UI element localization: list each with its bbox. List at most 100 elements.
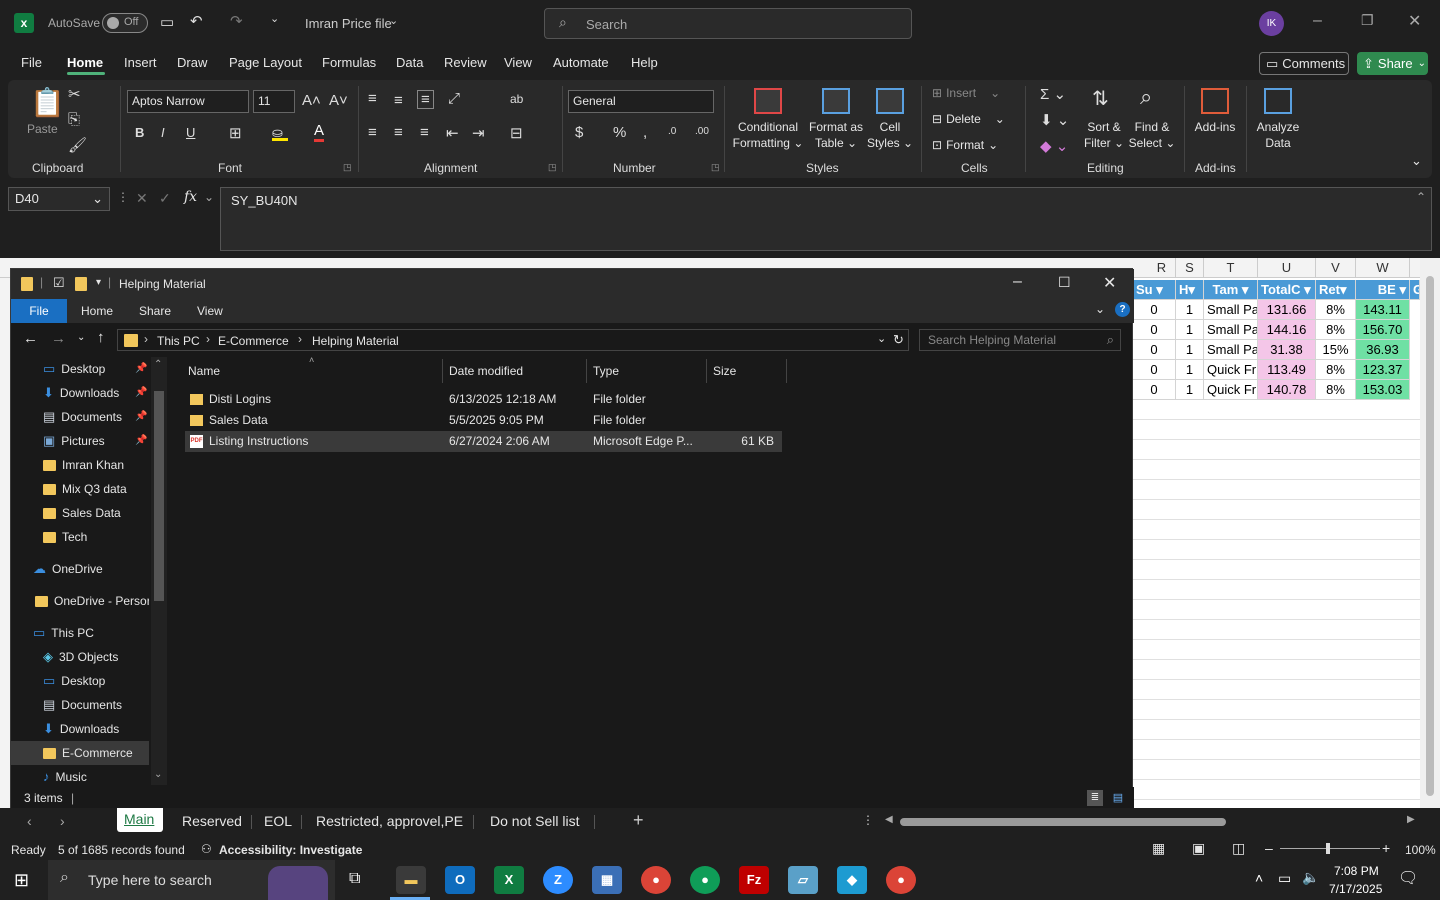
zoom-slider-thumb[interactable] [1326, 843, 1330, 854]
decrease-indent-icon[interactable]: ⇤ [446, 124, 459, 142]
table-cell[interactable]: 0 [1133, 300, 1176, 320]
table-header-cell[interactable]: TotalC ▾ [1258, 280, 1316, 300]
fill-icon[interactable]: ⬇ ⌄ [1040, 111, 1069, 129]
top-align-icon[interactable]: ≡ [368, 90, 377, 107]
maximize-icon[interactable]: ☐ [1058, 274, 1071, 291]
percent-icon[interactable]: % [613, 124, 626, 141]
column-header-u[interactable]: U [1258, 258, 1316, 278]
close-icon[interactable]: ✕ [1103, 273, 1116, 293]
previous-sheet-icon[interactable]: ‹ [27, 813, 32, 829]
scroll-right-icon[interactable]: ▶ [1407, 814, 1415, 825]
decrease-decimal-icon[interactable]: .00 [695, 126, 709, 137]
empty-row[interactable] [1133, 780, 1420, 800]
column-type[interactable]: Type [593, 364, 619, 378]
paste-label[interactable]: Paste [27, 122, 58, 136]
chevron-down-icon[interactable]: ⌄ [204, 190, 214, 204]
sort-filter-button[interactable]: Sort & Filter ⌄ [1080, 119, 1128, 151]
format-painter-icon[interactable]: 🖌 [68, 136, 87, 154]
table-cell[interactable]: 36.93 [1356, 340, 1410, 360]
analyze-data-button[interactable]: Analyze Data [1252, 119, 1304, 151]
nav-item-downloads[interactable]: ⬇ Downloads [11, 717, 149, 741]
nav-item-this-pc[interactable]: ▭ This PC [11, 621, 149, 645]
clock-time[interactable]: 7:08 PM [1334, 864, 1379, 878]
show-hidden-icons-icon[interactable]: ˄ [1255, 870, 1263, 886]
align-center-icon[interactable]: ≡ [394, 124, 403, 141]
file-row[interactable]: PDF Listing Instructions 6/27/2024 2:06 AM… [185, 431, 782, 452]
empty-row[interactable] [1133, 500, 1420, 520]
properties-icon[interactable]: ☑ [53, 275, 65, 291]
menu-insert[interactable]: Insert [124, 55, 157, 70]
table-cell[interactable]: 31.38 [1258, 340, 1316, 360]
menu-view[interactable]: View [504, 55, 532, 70]
notes-app-icon[interactable]: ▱ [788, 866, 818, 894]
delete-cells-button[interactable]: ⊟ Delete ⌄ [932, 112, 1005, 126]
decrease-font-icon[interactable]: A˅ [329, 92, 348, 109]
align-right-icon[interactable]: ≡ [420, 124, 429, 141]
empty-row[interactable] [1133, 700, 1420, 720]
comma-style-icon[interactable]: , [643, 124, 647, 141]
empty-row[interactable] [1133, 580, 1420, 600]
avatar[interactable]: IK [1259, 11, 1284, 36]
empty-row[interactable] [1133, 620, 1420, 640]
nav-item-mix-q3-data[interactable]: Mix Q3 data [11, 477, 149, 501]
page-break-view-icon[interactable]: ◫ [1232, 840, 1245, 857]
large-icons-view-icon[interactable]: ▤ [1110, 790, 1126, 806]
customize-toolbar-icon[interactable]: ⌄ [270, 12, 279, 25]
font-name-select[interactable]: Aptos Narrow [127, 90, 249, 113]
table-cell[interactable]: 1 [1176, 300, 1204, 320]
calculator-icon[interactable]: ▦ [592, 866, 622, 894]
table-cell[interactable]: 1 [1176, 380, 1204, 400]
minimize-icon[interactable]: – [1313, 12, 1322, 30]
tab-main[interactable]: Main [117, 808, 163, 832]
normal-view-icon[interactable]: ▦ [1152, 840, 1165, 857]
empty-row[interactable] [1133, 520, 1420, 540]
align-left-icon[interactable]: ≡ [368, 124, 377, 141]
address-bar[interactable]: › This PC › E-Commerce › Helping Materia… [117, 329, 909, 351]
app-diamond-icon[interactable]: ◆ [837, 866, 867, 894]
table-header-cell[interactable]: H▾ [1176, 280, 1204, 300]
menu-help[interactable]: Help [631, 55, 658, 70]
refresh-icon[interactable]: ↻ [893, 332, 904, 348]
autosave-toggle[interactable]: Off [102, 13, 148, 33]
file-row[interactable]: Sales Data 5/5/2025 9:05 PM File folder [185, 410, 782, 431]
table-cell[interactable]: Small Pa [1204, 340, 1258, 360]
nav-item-downloads[interactable]: ⬇ Downloads 📌 [11, 381, 149, 405]
recent-locations-icon[interactable]: ⌄ [77, 332, 85, 343]
empty-row[interactable] [1133, 640, 1420, 660]
chevron-down-icon[interactable]: ▾ [96, 277, 101, 288]
zoom-level[interactable]: 100% [1405, 843, 1436, 857]
zoom-in-icon[interactable]: + [1382, 840, 1390, 856]
formula-input[interactable]: SY_BU40N [220, 187, 1432, 251]
file-explorer-taskbar-icon[interactable]: ▬ [396, 866, 426, 894]
table-header-cell[interactable]: Ret▾ [1316, 280, 1356, 300]
filezilla-icon[interactable]: Fz [739, 866, 769, 894]
cell-styles-icon[interactable] [876, 88, 904, 114]
add-ins-icon[interactable] [1201, 88, 1229, 114]
table-header-cell[interactable]: BE ▾ [1356, 280, 1410, 300]
table-cell[interactable]: 0 [1133, 340, 1176, 360]
expand-ribbon-icon[interactable]: ⌄ [1095, 302, 1105, 316]
nav-item-3d-objects[interactable]: ◈ 3D Objects [11, 645, 149, 669]
increase-decimal-icon[interactable]: .0 [668, 126, 676, 137]
merge-center-icon[interactable]: ⊟ [510, 124, 523, 142]
nav-item-sales-data[interactable]: Sales Data [11, 501, 149, 525]
bottom-align-icon[interactable]: ≡ [417, 90, 434, 109]
share-button[interactable]: ⇪ Share ⌄ [1357, 52, 1428, 75]
table-header-cell[interactable]: Tam ▾ [1204, 280, 1258, 300]
bold-icon[interactable]: B [135, 125, 144, 140]
table-cell[interactable]: 8% [1316, 380, 1356, 400]
menu-formulas[interactable]: Formulas [322, 55, 376, 70]
autosum-icon[interactable]: Σ ⌄ [1040, 85, 1066, 103]
notifications-icon[interactable]: 🗨 [1398, 868, 1418, 888]
clear-icon[interactable]: ◆ ⌄ [1040, 137, 1068, 155]
menu-file[interactable]: File [21, 55, 42, 70]
empty-row[interactable] [1133, 400, 1420, 420]
cell-styles-button[interactable]: Cell Styles ⌄ [866, 119, 914, 151]
underline-icon[interactable]: U [186, 125, 195, 140]
empty-row[interactable] [1133, 760, 1420, 780]
wrap-text-icon[interactable]: ab [510, 92, 523, 106]
table-cell[interactable]: 0 [1133, 360, 1176, 380]
font-size-select[interactable]: 11 [253, 90, 295, 113]
menu-review[interactable]: Review [444, 55, 487, 70]
minimize-icon[interactable]: – [1013, 273, 1022, 291]
